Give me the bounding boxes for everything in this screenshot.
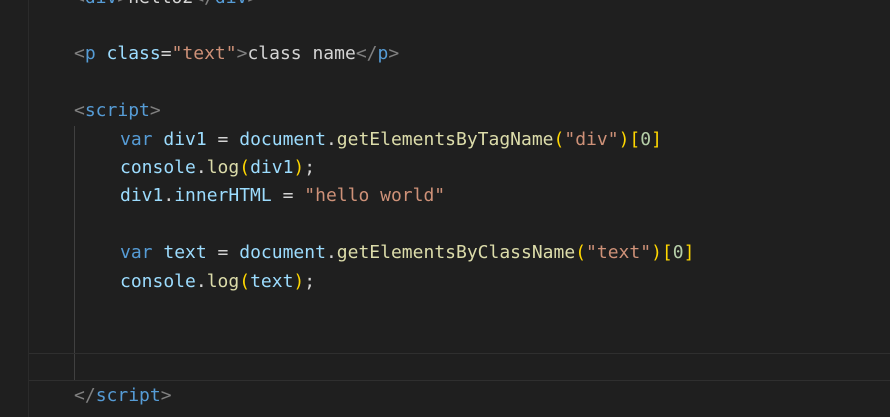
code-line-var-text[interactable]: var text = document.getElementsByClassNa…	[120, 239, 694, 267]
tag-bracket: >	[247, 0, 258, 8]
object: div1	[120, 185, 164, 206]
equals-sign: =	[160, 43, 172, 64]
code-line-innerhtml[interactable]: div1.innerHTML = "hello world"	[120, 182, 445, 210]
bracket: [	[661, 242, 673, 263]
tag-name: p	[377, 43, 389, 64]
code-line-var-div1[interactable]: var div1 = document.getElementsByTagName…	[120, 126, 662, 154]
argument: text	[250, 271, 294, 292]
number: 0	[640, 129, 652, 150]
variable: div1	[163, 129, 207, 150]
object: console	[120, 271, 196, 292]
object: document	[239, 242, 326, 263]
number: 0	[672, 242, 684, 263]
function-name: getElementsByTagName	[336, 129, 554, 150]
function-name: getElementsByClassName	[336, 242, 576, 263]
keyword: var	[120, 129, 153, 150]
object: document	[239, 129, 326, 150]
paren: )	[651, 242, 662, 263]
function-name: log	[206, 271, 240, 292]
text-content: hello2	[128, 0, 193, 8]
code-line-p[interactable]: <p class="text">class name</p>	[74, 40, 399, 68]
tag-bracket: >	[388, 43, 400, 64]
tag-bracket: >	[149, 100, 161, 121]
bracket: [	[629, 129, 641, 150]
string-arg: "text"	[586, 242, 652, 263]
paren: )	[293, 271, 305, 292]
bracket: ]	[651, 129, 662, 150]
text-content: class name	[247, 43, 356, 64]
attribute-value: "text"	[171, 43, 237, 64]
keyword: var	[120, 242, 153, 263]
string-arg: "div"	[564, 129, 619, 150]
tag-bracket: </	[355, 43, 378, 64]
variable: text	[163, 242, 207, 263]
paren: (	[239, 271, 251, 292]
operator: =	[206, 129, 240, 150]
tag-name: p	[84, 43, 96, 64]
tag-name: div	[85, 0, 118, 8]
current-line-highlight	[29, 353, 890, 381]
tag-bracket: >	[236, 43, 248, 64]
dot: .	[325, 242, 337, 263]
operator: =	[206, 242, 240, 263]
paren: )	[293, 157, 305, 178]
object: console	[120, 157, 196, 178]
tag-name: script	[95, 385, 161, 406]
tag-bracket: >	[117, 0, 128, 8]
function-name: log	[206, 157, 240, 178]
argument: div1	[250, 157, 294, 178]
tag-name: script	[84, 100, 150, 121]
tag-bracket: </	[193, 0, 215, 8]
tag-name: div	[215, 0, 248, 8]
tag-bracket: <	[74, 43, 85, 64]
dot: .	[195, 271, 207, 292]
bracket: ]	[683, 242, 695, 263]
string-value: "hello world"	[304, 185, 446, 206]
paren: (	[575, 242, 587, 263]
dot: .	[163, 185, 175, 206]
code-line-console-log-div1[interactable]: console.log(div1);	[120, 154, 315, 182]
semicolon: ;	[304, 157, 316, 178]
tag-bracket: >	[160, 385, 172, 406]
operator: =	[271, 185, 305, 206]
tag-bracket: <	[74, 100, 85, 121]
paren: (	[553, 129, 565, 150]
semicolon: ;	[304, 271, 316, 292]
code-line-div[interactable]: <div>hello2</div>	[74, 0, 258, 12]
dot: .	[195, 157, 207, 178]
paren: )	[618, 129, 630, 150]
property: innerHTML	[174, 185, 272, 206]
paren: (	[239, 157, 251, 178]
code-line-console-log-text[interactable]: console.log(text);	[120, 268, 315, 296]
attribute-name: class	[106, 43, 161, 64]
code-line-script-close[interactable]: </script>	[74, 382, 172, 410]
tag-bracket: </	[74, 385, 96, 406]
dot: .	[325, 129, 337, 150]
indent-guide	[74, 126, 75, 380]
code-editor[interactable]: <div>hello2</div> <p class="text">class …	[0, 0, 890, 417]
code-line-script-open[interactable]: <script>	[74, 97, 161, 125]
tag-bracket: <	[74, 0, 85, 8]
